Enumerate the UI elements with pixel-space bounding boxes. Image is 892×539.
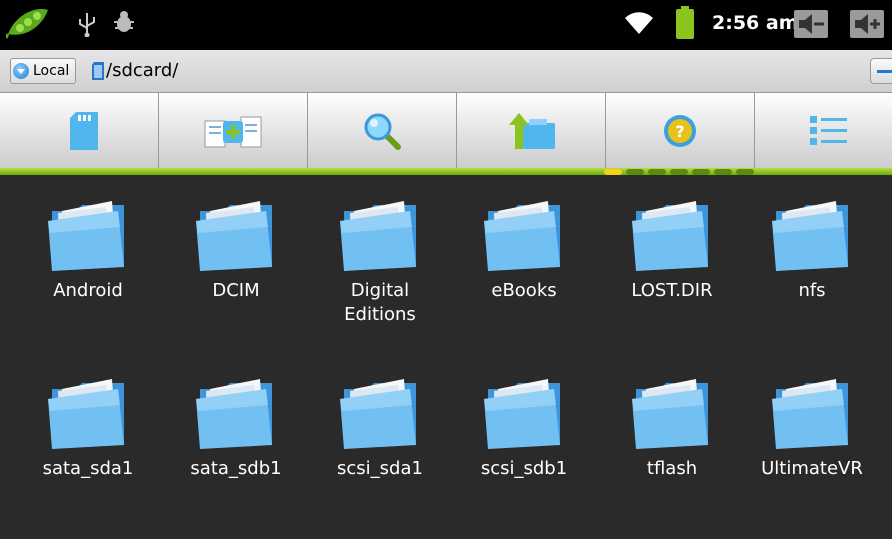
folder-name: LOST.DIR (631, 280, 713, 301)
folder-icon (484, 201, 560, 271)
folder-name: Digital Editions (344, 280, 416, 325)
folder-icon (632, 201, 708, 271)
folder-item[interactable]: sata_sda1 (14, 375, 162, 481)
folder-icon (772, 379, 848, 449)
folder-icon (340, 379, 416, 449)
multi-select-button[interactable] (159, 93, 308, 168)
sdcard-small-icon (92, 62, 104, 80)
folder-name: DCIM (212, 280, 260, 301)
folder-icon (196, 379, 272, 449)
folder-name: eBooks (491, 280, 557, 301)
folder-item[interactable]: tflash (598, 375, 746, 481)
folder-icon (484, 379, 560, 449)
svg-text:?: ? (675, 122, 684, 141)
folder-item[interactable]: nfs (738, 197, 886, 303)
folder-name: scsi_sdb1 (480, 458, 568, 479)
sdcard-icon (70, 111, 98, 150)
multi-select-icon (204, 116, 262, 147)
folder-name: sata_sdb1 (190, 458, 282, 479)
location-selector-button[interactable]: Local (10, 58, 77, 84)
volume-down-icon[interactable] (794, 10, 828, 38)
folder-name: UltimateVR (761, 458, 863, 479)
current-path: /sdcard/ (106, 60, 179, 81)
folder-icon (48, 201, 124, 271)
search-icon (364, 113, 401, 150)
folder-name: tflash (646, 458, 698, 479)
folder-icon (196, 201, 272, 271)
folder-icon (340, 201, 416, 271)
path-action-button[interactable] (870, 58, 892, 84)
usb-icon (79, 13, 95, 37)
list-view-icon (810, 115, 847, 145)
status-bar: 2:56 am (0, 0, 892, 50)
volume-up-icon[interactable] (850, 10, 884, 38)
folder-item[interactable]: scsi_sda1 (306, 375, 454, 481)
debug-icon (114, 11, 134, 32)
folder-item[interactable]: Android (14, 197, 162, 303)
battery-icon (676, 6, 694, 39)
folder-item[interactable]: DCIM (162, 197, 310, 303)
help-button[interactable]: ? (606, 93, 755, 168)
up-folder-icon (509, 112, 555, 149)
folder-item[interactable]: Digital Editions (306, 197, 454, 327)
folder-icon (632, 379, 708, 449)
folder-item[interactable]: LOST.DIR (598, 197, 746, 303)
path-bar: Local /sdcard/ (0, 50, 892, 93)
search-button[interactable] (308, 93, 457, 168)
file-grid: Android DCIM Digital Editions eBooks LOS… (0, 175, 892, 539)
folder-icon (48, 379, 124, 449)
folder-item[interactable]: UltimateVR (738, 375, 886, 481)
folder-name: sata_sda1 (42, 458, 134, 479)
folder-name: nfs (798, 280, 826, 301)
folder-item[interactable]: eBooks (450, 197, 598, 303)
help-icon: ? (664, 114, 696, 147)
up-folder-button[interactable] (457, 93, 606, 168)
chevron-down-icon (13, 63, 29, 79)
toolbar-accent-bar (0, 168, 892, 175)
wifi-icon (625, 12, 653, 34)
folder-item[interactable]: sata_sdb1 (162, 375, 310, 481)
location-label: Local (33, 63, 70, 79)
pea-pod-icon (6, 9, 48, 39)
folder-name: scsi_sda1 (337, 458, 423, 479)
folder-name: Android (53, 280, 123, 301)
sdcard-button[interactable] (10, 93, 159, 168)
folder-item[interactable]: scsi_sdb1 (450, 375, 598, 481)
toolbar: ? (0, 93, 892, 175)
list-view-button[interactable] (755, 93, 892, 168)
clock-time: 2:56 am (712, 12, 799, 34)
folder-icon (772, 201, 848, 271)
